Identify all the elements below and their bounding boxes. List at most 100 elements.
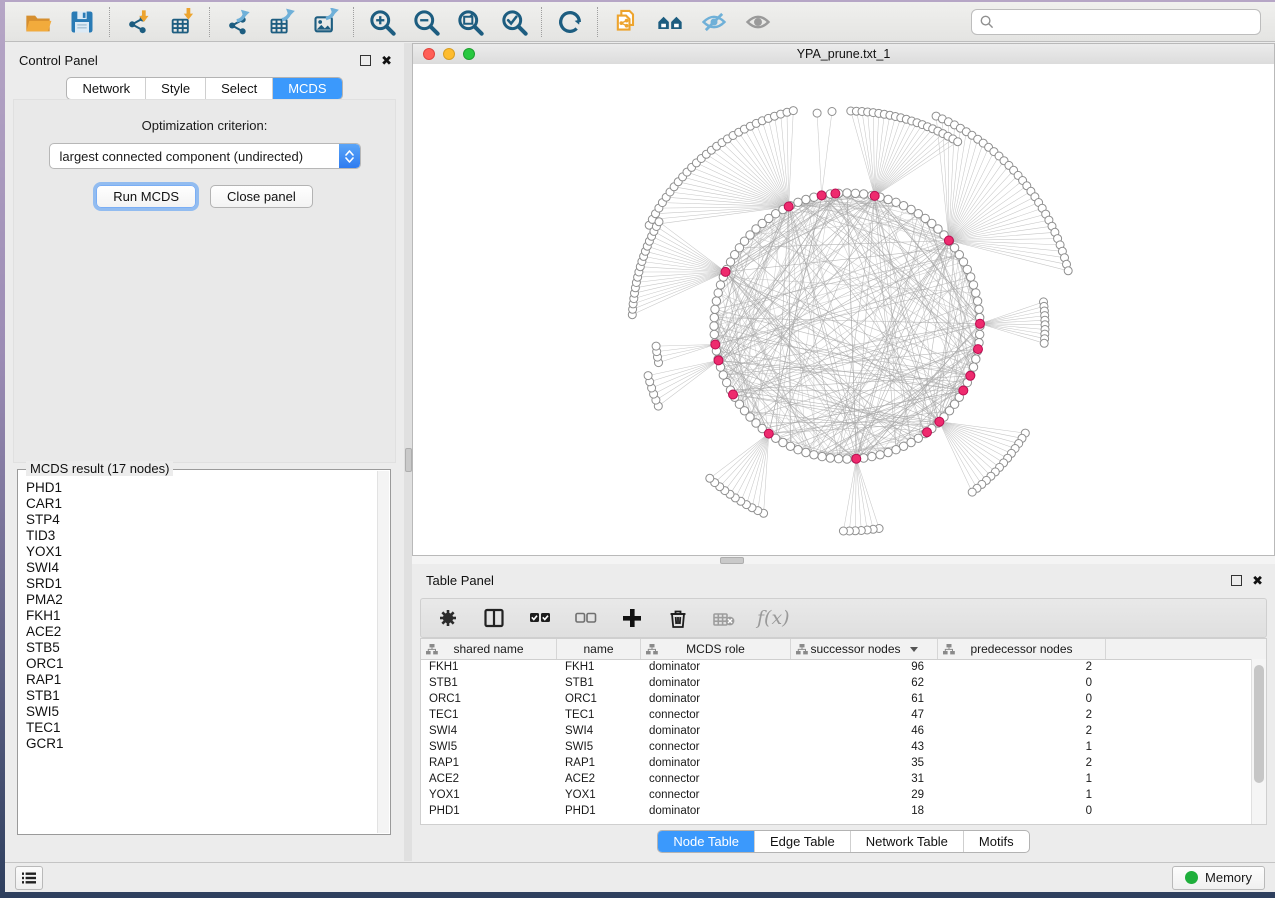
zoom-selected-icon[interactable] xyxy=(499,7,529,37)
search-input[interactable] xyxy=(1000,13,1252,30)
select-stepper-icon xyxy=(339,144,360,168)
function-builder-icon[interactable]: f(x) xyxy=(757,607,790,629)
cell-MCDS-role: connector xyxy=(641,739,791,755)
network-canvas[interactable] xyxy=(413,64,1274,555)
mcds-result-item[interactable]: STB1 xyxy=(26,688,378,704)
mcds-result-item[interactable]: TEC1 xyxy=(26,720,378,736)
cell-MCDS-role: dominator xyxy=(641,755,791,771)
mcds-result-item[interactable]: ACE2 xyxy=(26,624,378,640)
column-header-MCDS-role[interactable]: MCDS role xyxy=(641,639,791,659)
first-neighbors-icon[interactable] xyxy=(655,7,685,37)
deselect-all-icon[interactable] xyxy=(573,605,599,631)
save-session-icon[interactable] xyxy=(67,7,97,37)
import-table-icon[interactable] xyxy=(167,7,197,37)
mcds-result-list[interactable]: PHD1CAR1STP4TID3YOX1SWI4SRD1PMA2FKH1ACE2… xyxy=(26,480,378,832)
delete-column-icon[interactable] xyxy=(665,605,691,631)
zoom-out-icon[interactable] xyxy=(411,7,441,37)
export-table-icon[interactable] xyxy=(267,7,297,37)
show-all-icon[interactable] xyxy=(743,7,773,37)
show-columns-icon[interactable] xyxy=(481,605,507,631)
float-panel-icon[interactable] xyxy=(360,55,371,66)
table-row[interactable]: RAP1RAP1dominator352 xyxy=(421,755,1252,771)
tab-motifs[interactable]: Motifs xyxy=(963,831,1029,852)
mcds-result-scrollbar[interactable] xyxy=(377,471,389,833)
table-row[interactable]: PHD1PHD1dominator180 xyxy=(421,803,1252,819)
table-row[interactable]: YOX1YOX1connector291 xyxy=(421,787,1252,803)
export-image-icon[interactable] xyxy=(311,7,341,37)
tab-style[interactable]: Style xyxy=(145,78,205,99)
mcds-result-item[interactable]: STP4 xyxy=(26,512,378,528)
mcds-result-item[interactable]: SWI4 xyxy=(26,560,378,576)
column-header-successor-nodes[interactable]: successor nodes xyxy=(791,639,938,659)
tab-select[interactable]: Select xyxy=(205,78,272,99)
column-header-shared-name[interactable]: shared name xyxy=(421,639,557,659)
mcds-result-item[interactable]: TID3 xyxy=(26,528,378,544)
tab-mcds[interactable]: MCDS xyxy=(272,78,341,99)
select-all-icon[interactable] xyxy=(527,605,553,631)
mcds-result-item[interactable]: YOX1 xyxy=(26,544,378,560)
float-table-panel-icon[interactable] xyxy=(1231,575,1242,586)
zoom-fit-icon[interactable] xyxy=(455,7,485,37)
column-header-name[interactable]: name xyxy=(557,639,641,659)
table-row[interactable]: ACE2ACE2connector311 xyxy=(421,771,1252,787)
cell-successor-nodes: 62 xyxy=(791,675,938,691)
cell-successor-nodes: 29 xyxy=(791,787,938,803)
table-row[interactable]: ORC1ORC1dominator610 xyxy=(421,691,1252,707)
optimization-criterion-select[interactable]: largest connected component (undirected) xyxy=(49,143,361,169)
table-row[interactable]: FKH1FKH1dominator962 xyxy=(421,659,1252,675)
delete-table-icon[interactable] xyxy=(711,605,737,631)
mcds-result-item[interactable]: RAP1 xyxy=(26,672,378,688)
show-panels-menu-button[interactable] xyxy=(15,866,43,890)
apply-layout-icon[interactable] xyxy=(555,7,585,37)
run-mcds-button[interactable]: Run MCDS xyxy=(96,185,196,208)
list-menu-icon xyxy=(21,871,37,885)
table-tabbar: Node TableEdge TableNetwork TableMotifs xyxy=(657,830,1029,853)
cell-name: YOX1 xyxy=(557,787,641,803)
tab-node-table[interactable]: Node Table xyxy=(658,831,754,852)
mcds-result-item[interactable]: PMA2 xyxy=(26,592,378,608)
mcds-result-group: MCDS result (17 nodes) PHD1CAR1STP4TID3Y… xyxy=(17,469,391,835)
cell-shared-name: TEC1 xyxy=(421,707,557,723)
mcds-result-item[interactable]: GCR1 xyxy=(26,736,378,752)
mcds-result-item[interactable]: FKH1 xyxy=(26,608,378,624)
status-bar: Memory xyxy=(5,862,1275,892)
open-file-icon[interactable] xyxy=(23,7,53,37)
column-header-predecessor-nodes[interactable]: predecessor nodes xyxy=(938,639,1106,659)
table-mode-gear-icon[interactable] xyxy=(435,605,461,631)
cell-predecessor-nodes: 2 xyxy=(938,707,1106,723)
mcds-result-item[interactable]: ORC1 xyxy=(26,656,378,672)
export-network-icon[interactable] xyxy=(223,7,253,37)
cell-name: TEC1 xyxy=(557,707,641,723)
horizontal-splitter[interactable] xyxy=(412,556,1275,564)
create-column-icon[interactable] xyxy=(619,605,645,631)
table-row[interactable]: STB1STB1dominator620 xyxy=(421,675,1252,691)
tab-network[interactable]: Network xyxy=(67,78,145,99)
network-search-box[interactable] xyxy=(971,9,1261,35)
hide-selected-icon[interactable] xyxy=(699,7,729,37)
mcds-result-item[interactable]: SRD1 xyxy=(26,576,378,592)
memory-button[interactable]: Memory xyxy=(1172,866,1265,890)
network-graph xyxy=(413,64,1274,555)
close-panel-icon[interactable]: ✖ xyxy=(381,54,392,67)
tab-network-table[interactable]: Network Table xyxy=(850,831,963,852)
optimization-criterion-label: Optimization criterion: xyxy=(14,118,395,133)
table-row[interactable]: TEC1TEC1connector472 xyxy=(421,707,1252,723)
mcds-result-item[interactable]: SWI5 xyxy=(26,704,378,720)
duplicate-network-icon[interactable] xyxy=(611,7,641,37)
mcds-result-item[interactable]: CAR1 xyxy=(26,496,378,512)
close-table-panel-icon[interactable]: ✖ xyxy=(1252,574,1263,587)
tab-edge-table[interactable]: Edge Table xyxy=(754,831,850,852)
table-row[interactable]: SWI5SWI5connector431 xyxy=(421,739,1252,755)
zoom-in-icon[interactable] xyxy=(367,7,397,37)
cell-successor-nodes: 43 xyxy=(791,739,938,755)
vertical-splitter[interactable] xyxy=(404,43,412,861)
mcds-result-item[interactable]: PHD1 xyxy=(26,480,378,496)
control-panel: Control Panel ✖ NetworkStyleSelectMCDS O… xyxy=(5,43,404,861)
network-window-titlebar[interactable]: YPA_prune.txt_1 xyxy=(413,44,1274,65)
table-row[interactable]: SWI4SWI4dominator462 xyxy=(421,723,1252,739)
main-toolbar xyxy=(5,2,1275,42)
table-scrollbar[interactable] xyxy=(1251,659,1266,824)
import-network-icon[interactable] xyxy=(123,7,153,37)
close-panel-button[interactable]: Close panel xyxy=(210,185,313,208)
mcds-result-item[interactable]: STB5 xyxy=(26,640,378,656)
